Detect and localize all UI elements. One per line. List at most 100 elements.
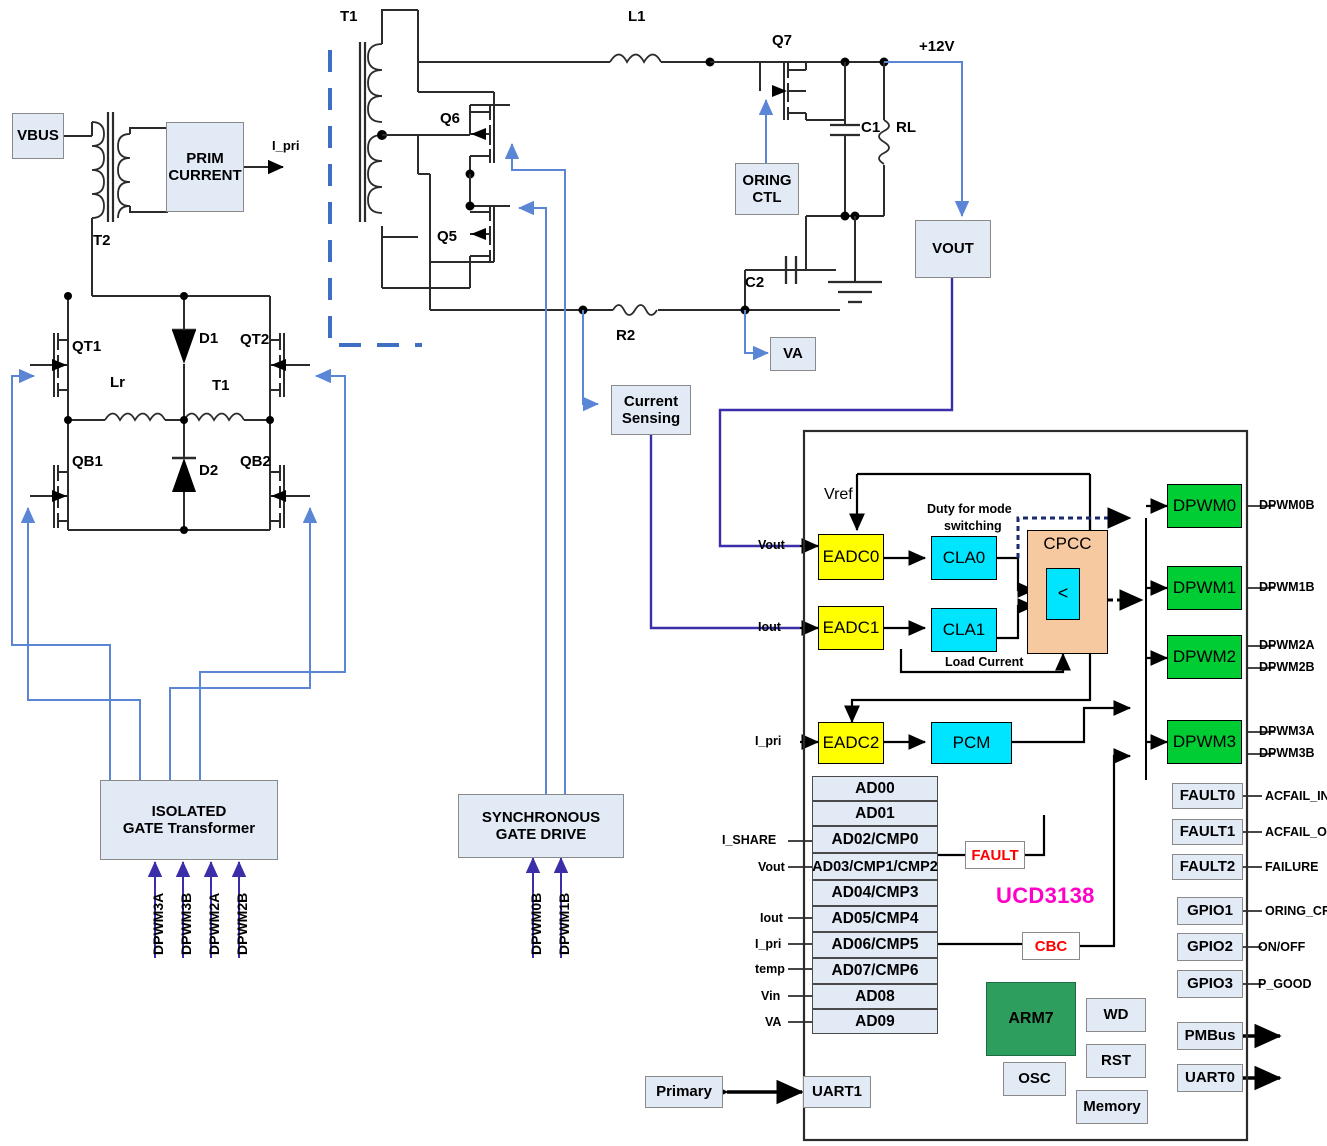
t2-label: T2 bbox=[93, 232, 111, 249]
adc-pin-vout: Vout bbox=[758, 860, 785, 874]
d1-label: D1 bbox=[199, 330, 219, 347]
pin-on-off: ON/OFF bbox=[1258, 940, 1306, 954]
fault0-block: FAULT0 bbox=[1172, 783, 1243, 809]
cla1-block: CLA1 bbox=[931, 608, 997, 652]
duty-mode-note-line2: switching bbox=[944, 519, 1002, 533]
secondary-stage-wires bbox=[358, 9, 890, 316]
dpwm3-block: DPWM3 bbox=[1167, 720, 1242, 764]
load-current-label: Load Current bbox=[945, 655, 1024, 669]
pin-oring-crtl: ORING_CRTL bbox=[1265, 904, 1327, 918]
sync-gate-line1: SYNCHRONOUS bbox=[481, 808, 601, 826]
adc-row-ad05: AD05/CMP4 bbox=[812, 906, 938, 932]
current-sensing-block: Current Sensing bbox=[611, 385, 691, 435]
t1-inner-label: T1 bbox=[212, 377, 230, 394]
q5-label: Q5 bbox=[437, 228, 458, 245]
diode-d1 bbox=[172, 330, 196, 364]
current-sensing-line2: Sensing bbox=[621, 410, 681, 427]
adc-pin-ipri: I_pri bbox=[755, 937, 782, 951]
uart1-block: UART1 bbox=[803, 1076, 871, 1108]
vref-label: Vref bbox=[824, 486, 853, 503]
diode-d2 bbox=[172, 458, 196, 492]
adc-row-ad01: AD01 bbox=[812, 801, 938, 826]
lr-label: Lr bbox=[110, 374, 125, 391]
pin-label-dpwm3a: DPWM3A bbox=[150, 892, 166, 955]
pin-failure: FAILURE bbox=[1265, 860, 1319, 874]
eadc2-block: EADC2 bbox=[818, 722, 884, 764]
gpio2-block: GPIO2 bbox=[1177, 933, 1243, 961]
synchronous-gate-drive-block: SYNCHRONOUS GATE DRIVE bbox=[458, 794, 624, 858]
oring-ctl-line2: CTL bbox=[752, 189, 782, 206]
pmbus-block: PMBus bbox=[1177, 1022, 1243, 1050]
primary-block: Primary bbox=[645, 1076, 723, 1108]
isolated-gate-line1: ISOLATED bbox=[151, 802, 227, 820]
isolated-gate-line2: GATE Transformer bbox=[122, 820, 256, 837]
q7-label: Q7 bbox=[772, 32, 793, 49]
pin-label-dpwm2b: DPWM2B bbox=[234, 892, 250, 955]
dpwm0-block: DPWM0 bbox=[1167, 484, 1242, 528]
pcm-block: PCM bbox=[931, 722, 1012, 764]
fault1-block: FAULT1 bbox=[1172, 819, 1243, 845]
oring-ctl-block: ORING CTL bbox=[735, 163, 799, 215]
adc-row-ad07: AD07/CMP6 bbox=[812, 958, 938, 984]
pin-dpwm1b: DPWM1B bbox=[1259, 580, 1315, 594]
prim-current-line1: PRIM bbox=[186, 149, 224, 167]
dpwm1-block: DPWM1 bbox=[1167, 566, 1242, 610]
t1-secondary-label: T1 bbox=[340, 8, 358, 25]
adc-pin-i-share: I_SHARE bbox=[722, 833, 777, 847]
pin-dpwm2a: DPWM2A bbox=[1259, 638, 1315, 652]
input-label-ipri: I_pri bbox=[755, 734, 782, 748]
qt1-label: QT1 bbox=[72, 338, 102, 355]
pin-p-good: P_GOOD bbox=[1258, 977, 1312, 991]
chip-name-label: UCD3138 bbox=[996, 883, 1095, 908]
c2-label: C2 bbox=[745, 274, 765, 291]
va-sense-block: VA bbox=[770, 337, 816, 371]
qb1-label: QB1 bbox=[72, 453, 103, 470]
isolated-gate-transformer-block: ISOLATED GATE Transformer bbox=[100, 780, 278, 860]
adc-pin-iout: Iout bbox=[760, 911, 783, 925]
adc-row-ad02: AD02/CMP0 bbox=[812, 826, 938, 853]
prim-current-line2: CURRENT bbox=[168, 167, 242, 184]
uart0-block: UART0 bbox=[1177, 1064, 1243, 1092]
l1-label: L1 bbox=[628, 8, 646, 25]
cla0-block: CLA0 bbox=[931, 536, 997, 580]
adc-row-ad09: AD09 bbox=[812, 1009, 938, 1034]
r2-label: R2 bbox=[616, 327, 636, 344]
vbus-block: VBUS bbox=[12, 113, 64, 159]
vout-sense-block: VOUT bbox=[915, 220, 991, 278]
cbc-block: CBC bbox=[1022, 932, 1080, 960]
adc-pin-vin: Vin bbox=[761, 989, 781, 1003]
i-pri-label: I_pri bbox=[272, 138, 300, 153]
pin-dpwm3a: DPWM3A bbox=[1259, 724, 1315, 738]
sync-gate-line2: GATE DRIVE bbox=[495, 826, 587, 843]
dpwm2-block: DPWM2 bbox=[1167, 635, 1242, 679]
wd-block: WD bbox=[1086, 998, 1146, 1032]
input-label-vout: Vout bbox=[758, 538, 785, 552]
pin-acfail-out: ACFAIL_OUT bbox=[1265, 825, 1327, 839]
adc-row-ad06: AD06/CMP5 bbox=[812, 932, 938, 958]
pin-dpwm0b: DPWM0B bbox=[1259, 498, 1315, 512]
cpcc-comparator: < bbox=[1046, 568, 1080, 620]
pin-dpwm2b: DPWM2B bbox=[1259, 660, 1315, 674]
adc-row-ad08: AD08 bbox=[812, 984, 938, 1009]
eadc1-block: EADC1 bbox=[818, 606, 884, 650]
qt2-label: QT2 bbox=[240, 331, 270, 348]
osc-block: OSC bbox=[1003, 1062, 1066, 1096]
rst-block: RST bbox=[1086, 1044, 1146, 1078]
oring-ctl-line1: ORING bbox=[742, 171, 792, 189]
input-label-iout: Iout bbox=[758, 620, 781, 634]
adc-row-ad04: AD04/CMP3 bbox=[812, 880, 938, 906]
pin-dpwm3b: DPWM3B bbox=[1259, 746, 1315, 760]
controller-bus-lines bbox=[649, 278, 954, 630]
q6-label: Q6 bbox=[440, 110, 461, 127]
memory-block: Memory bbox=[1076, 1090, 1148, 1124]
pin-label-dpwm1b: DPWM1B bbox=[556, 892, 572, 955]
isolation-barrier bbox=[328, 50, 422, 347]
fault-block: FAULT bbox=[965, 841, 1025, 869]
pin-label-dpwm2a: DPWM2A bbox=[206, 892, 222, 955]
duty-mode-note-line1: Duty for mode bbox=[927, 502, 1012, 516]
adc-row-ad00: AD00 bbox=[812, 776, 938, 801]
rl-label: RL bbox=[896, 119, 916, 136]
adc-pin-va: VA bbox=[765, 1015, 782, 1029]
pin-acfail-in: ACFAIL_IN bbox=[1265, 789, 1327, 803]
adc-pin-temp: temp bbox=[755, 962, 785, 976]
